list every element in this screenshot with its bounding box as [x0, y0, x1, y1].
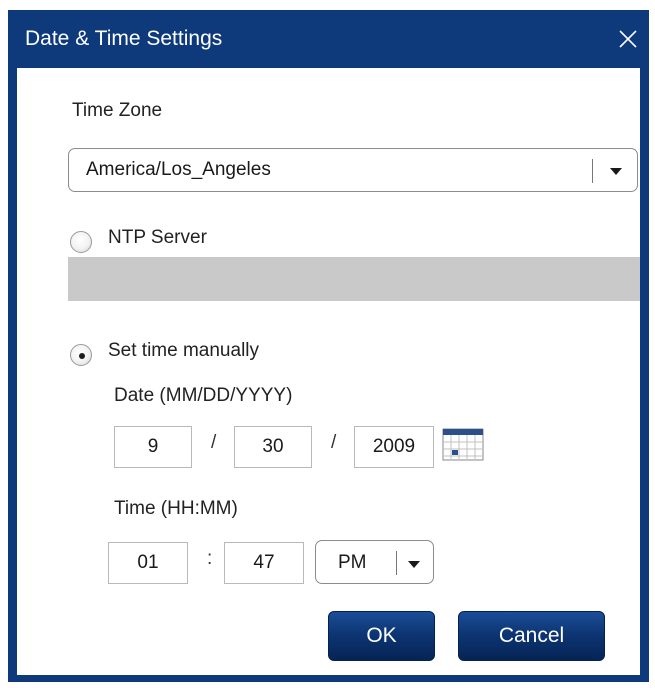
minute-input[interactable]: 47: [224, 542, 304, 584]
date-label: Date (MM/DD/YYYY): [114, 385, 293, 406]
chevron-down-icon[interactable]: [605, 161, 627, 181]
dialog-title: Date & Time Settings: [25, 27, 223, 50]
calendar-icon[interactable]: [442, 427, 484, 461]
select-divider: [592, 159, 593, 183]
set-time-manually-radio[interactable]: [70, 344, 92, 366]
date-separator: /: [331, 432, 337, 453]
am-pm-value: PM: [338, 552, 367, 573]
select-divider: [396, 551, 397, 575]
dialog-title-bar: Date & Time Settings: [8, 10, 649, 68]
date-time-settings-dialog: Date & Time Settings Time Zone America/L…: [8, 10, 649, 682]
date-separator: /: [211, 432, 217, 453]
time-zone-label: Time Zone: [72, 100, 163, 121]
ok-button[interactable]: OK: [328, 611, 435, 661]
close-icon[interactable]: [611, 22, 645, 56]
am-pm-select[interactable]: PM: [315, 540, 434, 584]
time-zone-value: America/Los_Angeles: [86, 159, 271, 180]
day-input[interactable]: 30: [234, 426, 312, 468]
ntp-server-radio[interactable]: [70, 231, 92, 253]
set-time-manually-label: Set time manually: [108, 340, 260, 361]
time-zone-select[interactable]: America/Los_Angeles: [68, 148, 638, 192]
time-separator: :: [207, 548, 213, 569]
radio-selected-dot: [79, 353, 85, 359]
time-label: Time (HH:MM): [114, 498, 238, 519]
year-input[interactable]: 2009: [354, 426, 434, 468]
hour-input[interactable]: 01: [108, 542, 188, 584]
dialog-content: Time Zone America/Los_Angeles NTP Server…: [17, 68, 640, 675]
ntp-server-field[interactable]: [68, 257, 640, 301]
cancel-button[interactable]: Cancel: [458, 611, 605, 661]
month-input[interactable]: 9: [114, 426, 192, 468]
ntp-server-label: NTP Server: [108, 227, 207, 248]
chevron-down-icon[interactable]: [403, 554, 425, 574]
